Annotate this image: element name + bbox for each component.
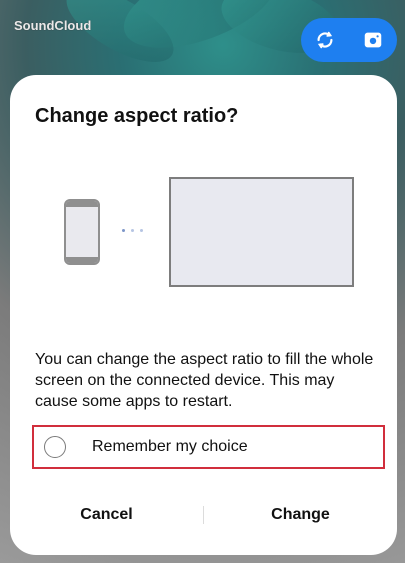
remember-choice-radio[interactable] [44, 436, 66, 458]
app-title: SoundCloud [14, 18, 92, 33]
dialog-buttons: Cancel Change [10, 495, 397, 535]
remember-choice-label: Remember my choice [92, 438, 248, 455]
remember-choice-option[interactable]: Remember my choice [32, 425, 385, 469]
dialog-title: Change aspect ratio? [35, 105, 239, 127]
aspect-ratio-illustration [10, 175, 397, 305]
change-button[interactable]: Change [204, 506, 397, 524]
floating-controls [301, 18, 397, 62]
camera-icon[interactable] [360, 27, 386, 53]
screen-rotate-icon[interactable] [312, 27, 338, 53]
phone-illustration [64, 199, 100, 265]
cancel-button[interactable]: Cancel [10, 506, 203, 524]
dialog-description: You can change the aspect ratio to fill … [35, 351, 374, 410]
monitor-illustration [169, 177, 354, 287]
connection-dots [122, 229, 143, 232]
aspect-ratio-dialog: Change aspect ratio? You can change the … [10, 75, 397, 555]
